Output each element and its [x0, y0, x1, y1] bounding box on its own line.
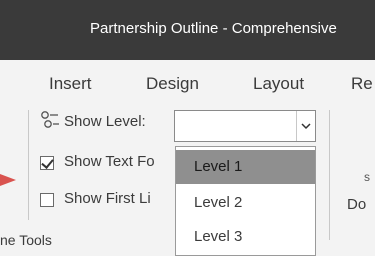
level-option-1[interactable]: Level 1 [176, 150, 315, 184]
title-bar: Partnership Outline - Comprehensive [0, 0, 375, 60]
show-text-formatting-checkbox[interactable] [40, 156, 54, 170]
level-option-label: Level 3 [194, 228, 243, 245]
level-option-2[interactable]: Level 2 [176, 186, 315, 220]
outline-level-icon [40, 110, 60, 130]
window-title: Partnership Outline - Comprehensive [90, 20, 337, 37]
right-group-label[interactable]: Do [347, 196, 366, 213]
show-text-formatting-label: Show Text Fo [64, 153, 155, 170]
tab-insert[interactable]: Insert [49, 74, 92, 94]
show-first-line-checkbox[interactable] [40, 193, 54, 207]
level-option-label: Level 1 [194, 158, 243, 175]
tab-layout[interactable]: Layout [253, 74, 304, 94]
level-option-3[interactable]: Level 3 [176, 220, 315, 254]
show-level-label: Show Level: [64, 113, 146, 130]
show-first-line-label: Show First Li [64, 190, 151, 207]
group-divider [28, 110, 29, 220]
dropdown-arrow-button[interactable] [296, 111, 315, 141]
tab-design[interactable]: Design [146, 74, 199, 94]
level-dropdown-list: Level 1 Level 2 Level 3 [175, 146, 316, 256]
right-group-small-label: s [364, 170, 370, 184]
level-option-label: Level 2 [194, 194, 243, 211]
show-level-combobox[interactable] [174, 110, 316, 142]
group-divider [329, 110, 330, 240]
chevron-down-icon [301, 123, 311, 130]
pointer-arrow-icon [0, 172, 16, 188]
outline-tools-group-label: ne Tools [0, 232, 52, 248]
tab-references[interactable]: Re [351, 74, 373, 94]
